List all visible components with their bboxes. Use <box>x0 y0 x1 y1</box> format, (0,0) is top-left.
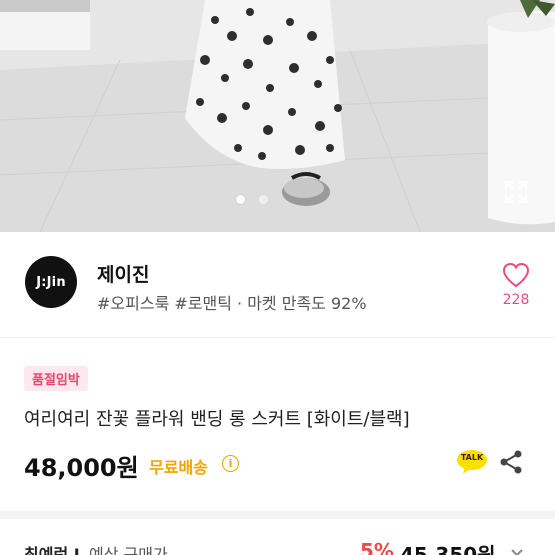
share-icon[interactable] <box>498 449 524 475</box>
page-dot-active[interactable] <box>236 195 245 204</box>
shop-tags: #오피스룩 #로맨틱 · 마켓 만족도 92% <box>97 294 367 313</box>
expected-price-label-bold: 최예런 L <box>24 545 84 555</box>
kakao-talk-button[interactable]: TALK <box>456 449 488 475</box>
info-icon[interactable]: i <box>222 455 239 472</box>
talk-label: TALK <box>460 453 484 462</box>
discount-rate: 5% <box>360 539 394 555</box>
expand-icon[interactable] <box>502 178 530 206</box>
product-price: 48,000원 <box>24 454 139 482</box>
expected-price-label: 최예런 L 예상 구매가 <box>24 541 168 555</box>
shop-name[interactable]: 제이진 <box>97 260 149 287</box>
shipping-label: 무료배송 <box>149 458 208 477</box>
discounted-price: 45,350원 <box>400 543 496 555</box>
expected-price-row[interactable]: 최예런 L 예상 구매가 5% 45,350원 <box>0 519 555 555</box>
section-divider <box>0 511 555 519</box>
product-title: 여리여리 잔꽃 플라워 밴딩 롱 스커트 [화이트/블랙] <box>24 409 410 430</box>
product-photo-illustration <box>0 0 555 232</box>
page-dot[interactable] <box>259 195 268 204</box>
divider <box>0 337 555 338</box>
chevron-down-icon[interactable] <box>510 545 524 555</box>
shop-info[interactable]: J:Jin 제이진 #오피스룩 #로맨틱 · 마켓 만족도 92% 228 <box>0 232 555 337</box>
status-badge: 품절임박 <box>24 366 88 391</box>
heart-outline-icon <box>502 262 530 288</box>
expected-price-label-rest: 예상 구매가 <box>89 545 168 555</box>
image-page-indicator <box>236 195 268 204</box>
like-button[interactable]: 228 <box>500 262 532 308</box>
like-count: 228 <box>502 292 530 308</box>
product-image[interactable] <box>0 0 555 232</box>
shop-logo[interactable]: J:Jin <box>25 256 77 308</box>
